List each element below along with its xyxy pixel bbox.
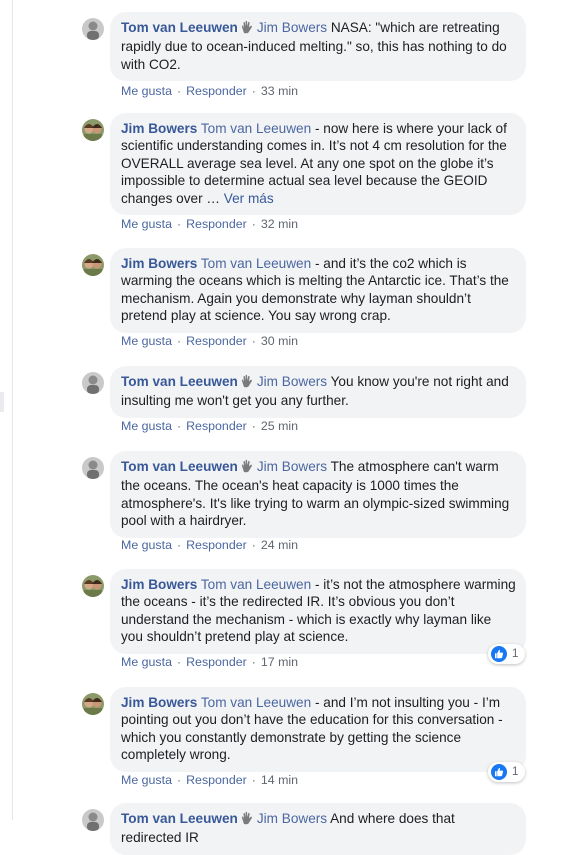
reaction-count: 1 (512, 766, 519, 778)
comment-bubble: Jim Bowers Tom van Leeuwen - and it’s th… (110, 248, 526, 333)
comment-bubble: Jim Bowers Tom van Leeuwen - now here is… (110, 113, 526, 216)
thumbs-up-icon (491, 764, 507, 780)
comment-time[interactable]: 14 min (261, 773, 298, 787)
comment-mention[interactable]: Tom van Leeuwen (201, 256, 311, 271)
comment-bubble: Jim Bowers Tom van Leeuwen - and I’m not… (110, 687, 526, 772)
avatar-jim[interactable] (82, 254, 104, 276)
thumbs-up-icon (491, 646, 507, 662)
comment-mention[interactable]: Tom van Leeuwen (201, 121, 311, 136)
avatar-tom[interactable] (82, 372, 104, 394)
wave-hand-icon (240, 374, 254, 392)
comment-time[interactable]: 24 min (261, 538, 298, 552)
see-more-link[interactable]: Ver más (224, 191, 274, 206)
comment-author[interactable]: Tom van Leeuwen (121, 811, 238, 826)
comment-mention[interactable]: Jim Bowers (257, 20, 327, 35)
comment-mention[interactable]: Tom van Leeuwen (201, 577, 311, 592)
comment-author[interactable]: Jim Bowers (121, 121, 197, 136)
comment-author[interactable]: Tom van Leeuwen (121, 374, 238, 389)
comment-actions: Me gusta · Responder · 32 min (121, 217, 299, 231)
like-button[interactable]: Me gusta (121, 538, 172, 552)
avatar-tom[interactable] (82, 18, 104, 40)
comment-time[interactable]: 33 min (261, 84, 298, 98)
reply-button[interactable]: Responder (186, 773, 247, 787)
like-button[interactable]: Me gusta (121, 84, 172, 98)
comment-time[interactable]: 30 min (261, 334, 298, 348)
like-button[interactable]: Me gusta (121, 773, 172, 787)
comment-mention[interactable]: Jim Bowers (257, 374, 327, 389)
wave-hand-icon (240, 459, 254, 477)
comment-bubble: Tom van Leeuwen Jim Bowers The atmosphere… (110, 451, 526, 538)
comment-bubble: Tom van Leeuwen Jim Bowers NASA: "which a… (110, 12, 526, 82)
comment-actions: Me gusta · Responder · 24 min (121, 538, 299, 552)
like-button[interactable]: Me gusta (121, 334, 172, 348)
avatar-jim[interactable] (82, 693, 104, 715)
comment-actions: Me gusta · Responder · 14 min (121, 773, 299, 787)
comment-mention[interactable]: Jim Bowers (257, 459, 327, 474)
comment-author[interactable]: Jim Bowers (121, 256, 197, 271)
avatar-tom[interactable] (82, 457, 104, 479)
like-button[interactable]: Me gusta (121, 217, 172, 231)
comment-time[interactable]: 32 min (261, 217, 298, 231)
like-button[interactable]: Me gusta (121, 655, 172, 669)
reaction-summary[interactable]: 1 (488, 762, 526, 782)
avatar-jim[interactable] (82, 119, 104, 141)
comment-actions: Me gusta · Responder · 33 min (121, 84, 299, 98)
reaction-summary[interactable]: 1 (488, 644, 526, 664)
like-button[interactable]: Me gusta (121, 419, 172, 433)
avatar-jim[interactable] (82, 575, 104, 597)
reply-button[interactable]: Responder (186, 217, 247, 231)
comment-author[interactable]: Jim Bowers (121, 695, 197, 710)
comment-bubble: Tom van Leeuwen Jim Bowers And where does… (110, 803, 526, 855)
comment-mention[interactable]: Tom van Leeuwen (201, 695, 311, 710)
comment-mention[interactable]: Jim Bowers (257, 811, 327, 826)
reply-button[interactable]: Responder (186, 655, 247, 669)
comment-author[interactable]: Jim Bowers (121, 577, 197, 592)
reply-button[interactable]: Responder (186, 419, 247, 433)
wave-hand-icon (240, 20, 254, 38)
wave-hand-icon (240, 811, 254, 829)
comment-author[interactable]: Tom van Leeuwen (121, 20, 238, 35)
comment-actions: Me gusta · Responder · 25 min (121, 419, 299, 433)
reply-button[interactable]: Responder (186, 334, 247, 348)
scroll-edge-marker (0, 392, 4, 412)
comment-bubble: Tom van Leeuwen Jim Bowers You know you'r… (110, 366, 526, 418)
reply-button[interactable]: Responder (186, 538, 247, 552)
comment-actions: Me gusta · Responder · 30 min (121, 334, 299, 348)
comment-author[interactable]: Tom van Leeuwen (121, 459, 238, 474)
comment-actions: Me gusta · Responder · 17 min (121, 655, 299, 669)
comment-bubble: Jim Bowers Tom van Leeuwen - it’s not th… (110, 569, 526, 654)
reply-button[interactable]: Responder (186, 84, 247, 98)
avatar-tom[interactable] (82, 809, 104, 831)
reaction-count: 1 (512, 648, 519, 660)
thread-line (12, 0, 13, 820)
comment-time[interactable]: 25 min (261, 419, 298, 433)
comment-time[interactable]: 17 min (261, 655, 298, 669)
